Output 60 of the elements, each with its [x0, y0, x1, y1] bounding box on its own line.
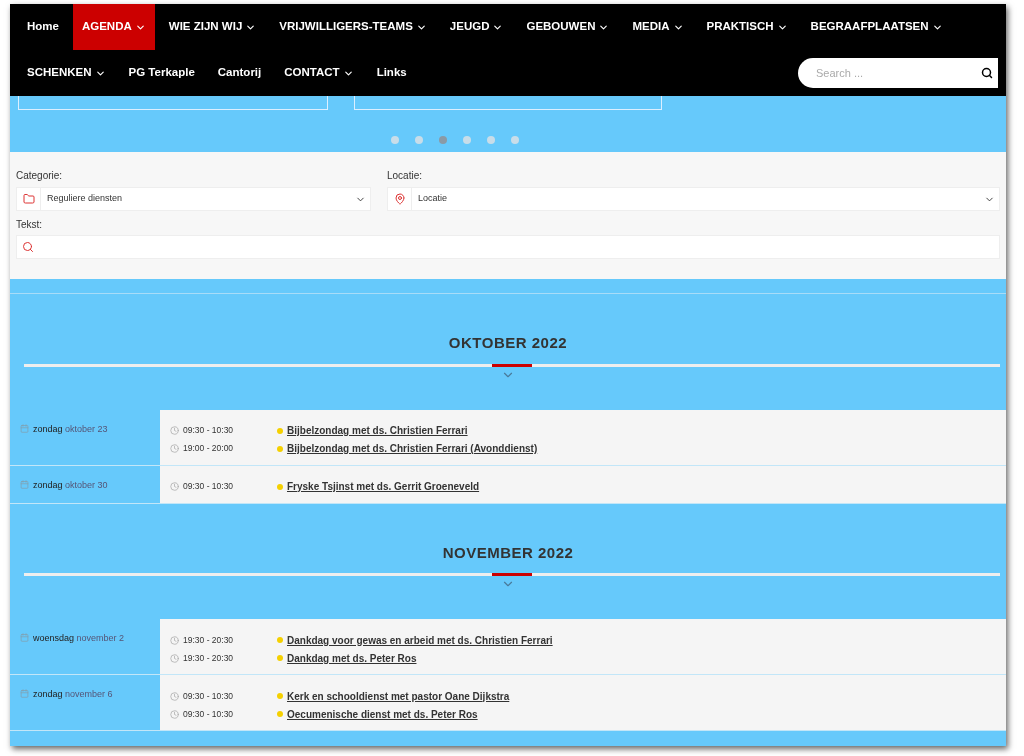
event-link[interactable]: Oecumenische dienst met ds. Peter Ros [287, 706, 478, 722]
text-field[interactable] [16, 235, 1000, 259]
field-label: Locatie: [387, 169, 424, 183]
select-value: Reguliere diensten [46, 192, 124, 206]
event-date: zondag oktober 23 [33, 422, 108, 436]
event-time: 09:30 - 10:30 [183, 707, 234, 721]
nav-item[interactable]: WIE ZIJN WIJ [159, 4, 266, 50]
calendar-icon [20, 633, 29, 642]
clock-icon [170, 426, 179, 435]
event-link[interactable]: Dankdag voor gewas en arbeid met ds. Christien Ferrari [287, 632, 553, 648]
nav-item[interactable]: Home [18, 4, 68, 50]
clock-icon [170, 709, 179, 719]
search-field[interactable]: Search ... [798, 58, 998, 88]
event-time: 19:30 - 20:30 [183, 633, 234, 647]
nav-item[interactable]: PG Terkaple [119, 50, 204, 96]
event-link[interactable]: Kerk en schooldienst met pastor Oane Dijkstra [287, 688, 510, 704]
clock-icon [170, 444, 179, 453]
event-link[interactable]: Fryske Tsjinst met ds. Gerrit Groeneveld [287, 479, 480, 494]
nav-item[interactable]: AGENDA [72, 4, 155, 50]
month-heading: NOVEMBER 2022 [442, 542, 574, 563]
heading-underline [492, 573, 532, 576]
field-label: Tekst: [16, 218, 44, 232]
nav-item[interactable]: VRIJWILLIGERS-TEAMS [270, 4, 436, 50]
event-link[interactable]: Dankdag met ds. Peter Ros [287, 650, 417, 666]
nav-item[interactable]: SCHENKEN [18, 50, 115, 96]
calendar-icon [20, 423, 29, 433]
clock-icon [170, 653, 179, 663]
event-link[interactable]: Bijbelzondag met ds. Christien Ferrari (Avonddienst) [287, 441, 538, 456]
event-link[interactable]: Bijbelzondag met ds. Christien Ferrari [287, 423, 468, 438]
event-time: 09:30 - 10:30 [183, 480, 234, 493]
event-time: 09:30 - 10:30 [183, 424, 234, 437]
event-time: 09:30 - 10:30 [183, 689, 234, 703]
calendar-icon [20, 689, 29, 698]
nav-item[interactable]: MEDIA [623, 4, 693, 50]
event-date: woensdag november 2 [33, 632, 125, 645]
select-value: Locatie [417, 192, 449, 206]
category-select[interactable]: Reguliere diensten [16, 187, 371, 211]
field-label: Categorie: [16, 169, 64, 183]
folder-icon [22, 193, 35, 205]
map-pin-icon [393, 193, 406, 205]
search-icon[interactable] [981, 67, 993, 79]
nav-item[interactable]: GEBOUWEN [517, 4, 619, 50]
event-time: 19:00 - 20:00 [183, 442, 234, 455]
event-date: zondag november 6 [33, 688, 113, 701]
event-date: zondag oktober 30 [33, 478, 108, 492]
nav-item[interactable]: Cantorij [208, 50, 271, 96]
nav-item[interactable]: Links [367, 50, 416, 96]
nav-item[interactable]: CONTACT [275, 50, 363, 96]
search-icon [22, 241, 34, 253]
clock-icon [170, 691, 179, 701]
nav-item[interactable]: JEUGD [440, 4, 513, 50]
calendar-icon [20, 479, 29, 489]
heading-underline [492, 363, 532, 367]
clock-icon [170, 635, 179, 645]
nav-item[interactable]: BEGRAAFPLAATSEN [801, 4, 952, 50]
location-select[interactable]: Locatie [387, 187, 1000, 211]
clock-icon [170, 482, 179, 491]
event-time: 19:30 - 20:30 [183, 651, 234, 665]
nav-item[interactable]: PRAKTISCH [697, 4, 797, 50]
month-heading: OKTOBER 2022 [448, 333, 568, 353]
